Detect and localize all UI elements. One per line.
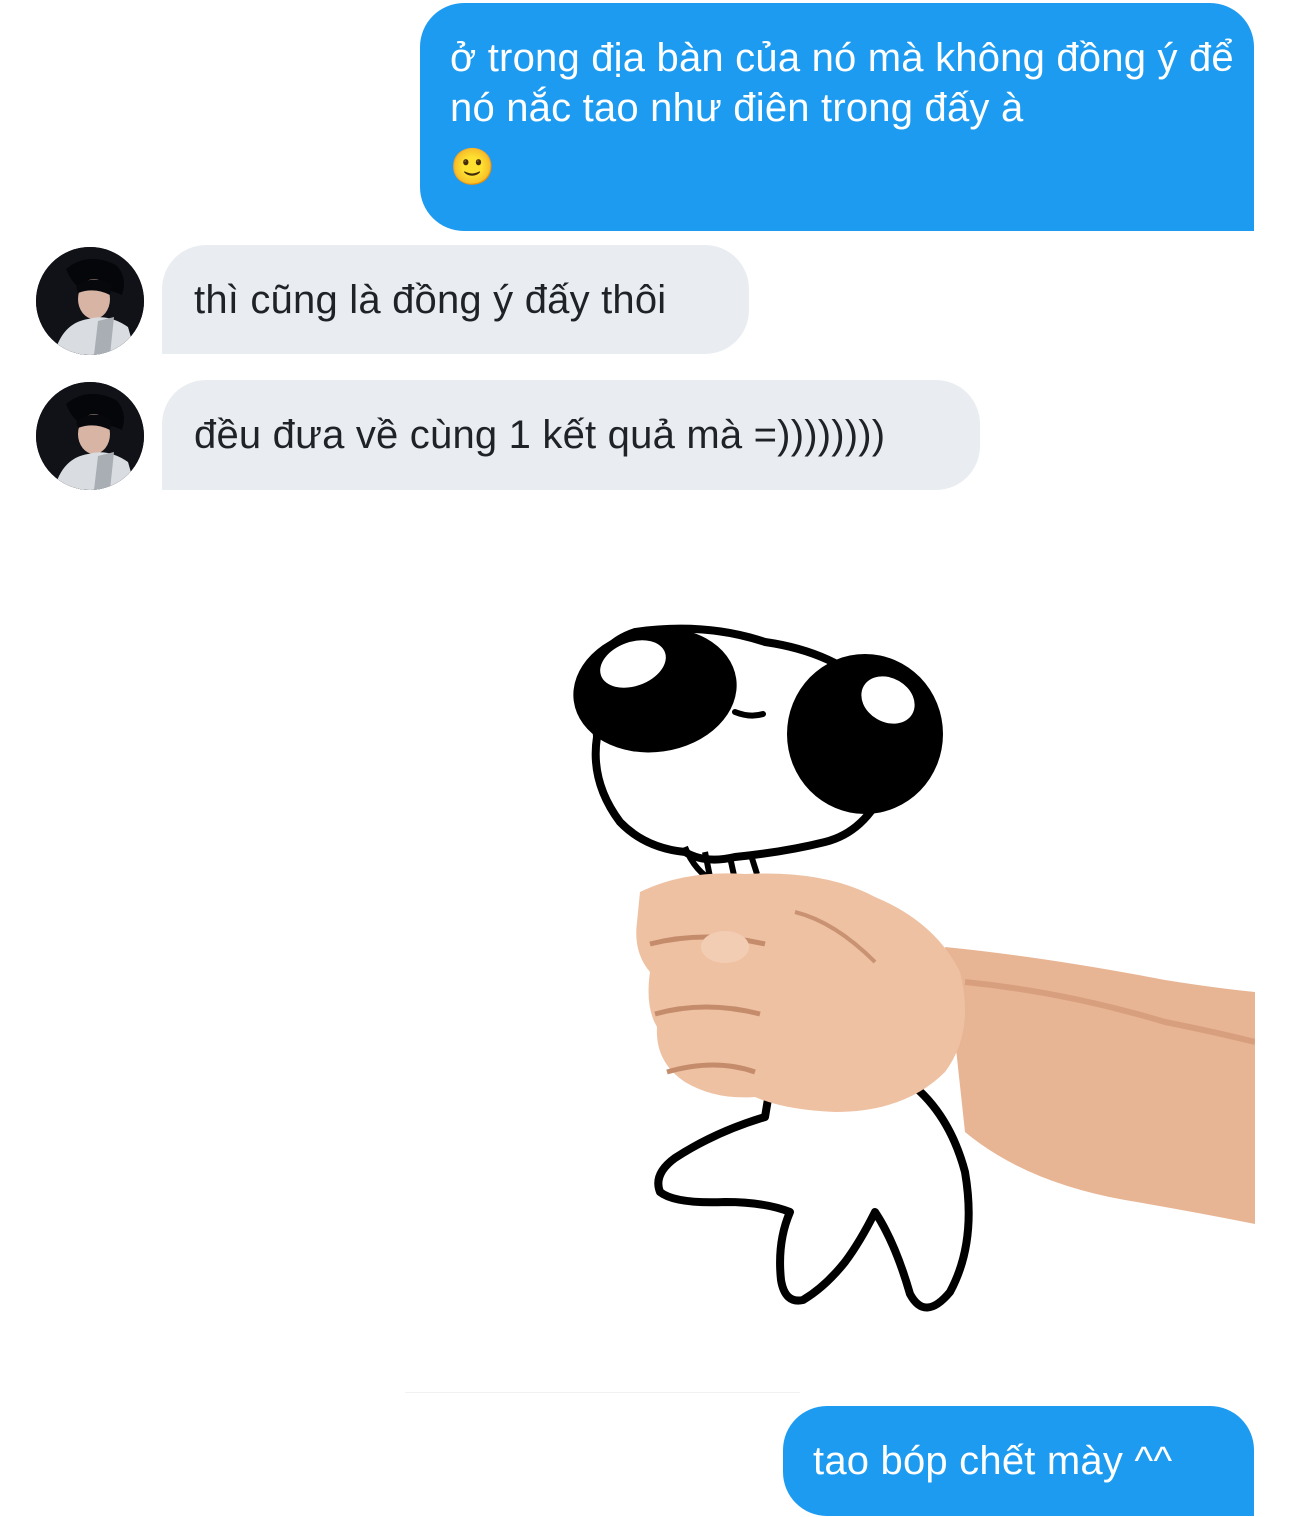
avatar-photo-icon: [36, 382, 144, 490]
hand-squeezing-creature-icon: [573, 624, 1256, 1312]
divider: [405, 1392, 800, 1393]
avatar[interactable]: [36, 247, 144, 355]
outgoing-message-bubble[interactable]: ở trong địa bàn của nó mà không đồng ý đ…: [420, 3, 1254, 231]
avatar-photo-icon: [36, 247, 144, 355]
incoming-message-bubble[interactable]: đều đưa về cùng 1 kết quả mà =)))))))): [162, 380, 980, 490]
message-text: thì cũng là đồng ý đấy thôi: [194, 278, 667, 322]
slightly-smiling-face-emoji: 🙂: [450, 146, 496, 187]
outgoing-message-bubble[interactable]: tao bóp chết mày ^^: [783, 1406, 1254, 1516]
avatar[interactable]: [36, 382, 144, 490]
message-text: đều đưa về cùng 1 kết quả mà =)))))))): [194, 413, 886, 457]
incoming-message-bubble[interactable]: thì cũng là đồng ý đấy thôi: [162, 245, 749, 354]
message-text: tao bóp chết mày ^^: [813, 1439, 1173, 1483]
sticker-message[interactable]: [405, 552, 1256, 1394]
message-text: ở trong địa bàn của nó mà không đồng ý đ…: [450, 36, 1234, 130]
